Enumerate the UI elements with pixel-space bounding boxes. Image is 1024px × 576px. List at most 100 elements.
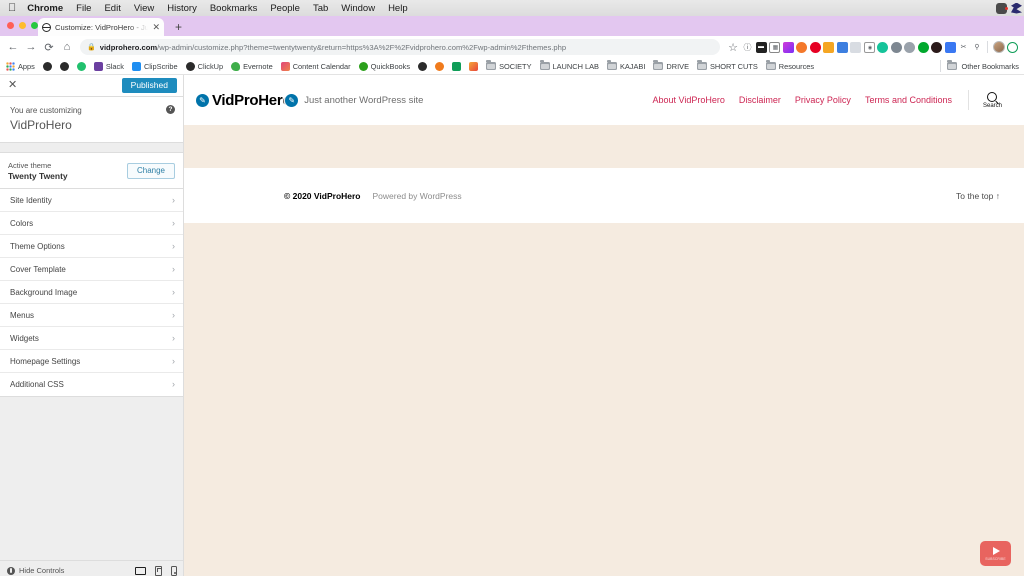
to-the-top-link[interactable]: To the top ↑ [956,191,1000,201]
bookmark-clickup[interactable]: ClickUp [185,61,223,71]
sidebar-item-site-identity[interactable]: Site Identity › [0,189,183,213]
help-icon[interactable]: ? [166,105,175,114]
bookmark-label: Slack [105,61,124,71]
nav-link-disclaimer[interactable]: Disclaimer [739,95,781,105]
youtube-subscribe-badge[interactable]: SUBSCRIBE [980,541,1011,566]
grammarly-icon[interactable] [796,41,807,53]
bookmark-slack[interactable]: Slack [93,61,124,71]
dropbox-icon[interactable] [1011,2,1022,14]
forward-button[interactable]: → [22,38,40,56]
nav-link-about[interactable]: About VidProHero [653,95,725,105]
minimize-window-button[interactable] [19,22,26,29]
menu-item-bookmarks[interactable]: Bookmarks [210,3,258,14]
notes-icon[interactable]: ▦ [769,41,780,53]
menu-item-window[interactable]: Window [341,3,375,14]
bookmark-folder-short-cuts[interactable]: SHORT CUTS [697,60,758,71]
camera-icon[interactable]: ◉ [863,41,875,53]
globe-icon[interactable] [904,41,915,53]
mobile-preview-button[interactable] [171,565,177,576]
close-customizer-icon[interactable]: ✕ [8,80,17,91]
circle-dark-icon[interactable] [931,41,942,53]
hide-controls-button[interactable]: Hide Controls [7,566,64,575]
info-icon[interactable]: ⓘ [742,41,753,53]
grammar-check-icon[interactable] [877,41,888,53]
scissors-icon[interactable]: ✂ [958,41,969,53]
menu-item-tab[interactable]: Tab [313,3,328,14]
menu-item-edit[interactable]: Edit [104,3,120,14]
tabs-icon[interactable] [850,41,861,53]
publish-button[interactable]: Published [121,78,177,93]
address-bar[interactable]: 🔒 vidprohero.com/wp-admin/customize.php?… [80,39,720,55]
screencast-icon[interactable] [823,41,834,53]
bookmark-globe-1[interactable] [42,61,52,71]
nav-link-terms-and-conditions[interactable]: Terms and Conditions [865,95,952,105]
menu-item-chrome[interactable]: Chrome [27,3,63,14]
other-bookmarks[interactable]: Other Bookmarks [938,60,1019,72]
menu-item-help[interactable]: Help [388,3,408,14]
sidebar-item-cover-template[interactable]: Cover Template › [0,258,183,282]
tablet-preview-button[interactable] [154,565,162,576]
window-traffic-lights [7,22,38,29]
wordpress-icon[interactable] [890,41,902,53]
nav-link-privacy-policy[interactable]: Privacy Policy [795,95,851,105]
menu-item-file[interactable]: File [76,3,91,14]
bookmark-drive[interactable] [76,61,86,71]
section-label: Widgets [10,333,39,343]
pin-icon[interactable]: ⚲ [971,41,983,53]
sidebar-item-theme-options[interactable]: Theme Options › [0,235,183,259]
bookmark-apps[interactable]: Apps [6,61,35,71]
section-label: Colors [10,218,34,228]
back-button[interactable]: ← [4,38,22,56]
close-window-button[interactable] [7,22,14,29]
bookmark-star-icon[interactable]: ☆ [724,38,742,56]
browser-tab[interactable]: Customize: VidProHero - Just a ✕ [38,18,164,36]
reload-button[interactable]: ⟳ [40,38,58,56]
search-toggle-button[interactable]: Search [983,91,1002,109]
apple-logo-icon[interactable]:  [8,2,16,14]
bookmark-folder-resources[interactable]: Resources [765,60,814,71]
home-button[interactable]: ⌂ [58,38,76,56]
eyedropper-icon[interactable] [836,41,848,53]
bookmark-sheets[interactable] [452,61,462,71]
bookmark-content-calendar[interactable]: Content Calendar [280,61,351,71]
bookmark-quickbooks[interactable]: QuickBooks [358,61,410,71]
bookmark-evernote[interactable]: Evernote [231,61,273,71]
footer-powered-by-link[interactable]: Powered by WordPress [373,191,462,201]
bookmark-globe-2[interactable] [59,61,69,71]
edit-pencil-logo-icon[interactable] [196,93,209,107]
sidebar-item-menus[interactable]: Menus › [0,304,183,328]
bitwarden-icon[interactable] [782,41,794,53]
url-domain: vidprohero.com [99,42,158,52]
bookmark-analytics[interactable] [469,61,479,71]
bookmark-folder-society[interactable]: SOCIETY [486,60,532,71]
sidebar-item-additional-css[interactable]: Additional CSS › [0,373,183,396]
menu-item-view[interactable]: View [134,3,154,14]
bookmark-folder-kajabi[interactable]: KAJABI [606,60,645,71]
sidebar-item-homepage-settings[interactable]: Homepage Settings › [0,350,183,374]
profile-avatar[interactable] [992,41,1005,53]
bookmark-orange[interactable] [435,61,445,71]
bookmark-clipscribe[interactable]: ClipScribe [131,61,178,71]
dark-reader-icon[interactable]: ▬ [755,41,767,53]
evernote-icon[interactable] [917,41,929,53]
chevron-right-icon: › [172,263,175,274]
sidebar-item-colors[interactable]: Colors › [0,212,183,236]
bookmark-folder-drive[interactable]: DRIVE [653,60,689,71]
youtube-badge-label: SUBSCRIBE [985,556,1006,561]
change-theme-button[interactable]: Change [126,162,175,179]
blue-square-icon[interactable] [944,41,956,53]
pinterest-icon[interactable] [809,41,821,53]
sidebar-item-widgets[interactable]: Widgets › [0,327,183,351]
maximize-window-button[interactable] [31,22,38,29]
edit-pencil-tagline-icon[interactable] [285,93,299,107]
desktop-preview-button[interactable] [134,566,146,576]
tab-close-icon[interactable]: ✕ [152,22,160,32]
bookmark-globe-3[interactable] [418,61,428,71]
sidebar-item-background-image[interactable]: Background Image › [0,281,183,305]
menu-item-history[interactable]: History [167,3,197,14]
camera-icon[interactable] [996,2,1008,14]
bookmark-folder-launch-lab[interactable]: LAUNCH LAB [539,60,599,71]
green-circle-icon[interactable] [1007,41,1018,53]
new-tab-button[interactable]: + [175,21,182,33]
menu-item-people[interactable]: People [270,3,300,14]
